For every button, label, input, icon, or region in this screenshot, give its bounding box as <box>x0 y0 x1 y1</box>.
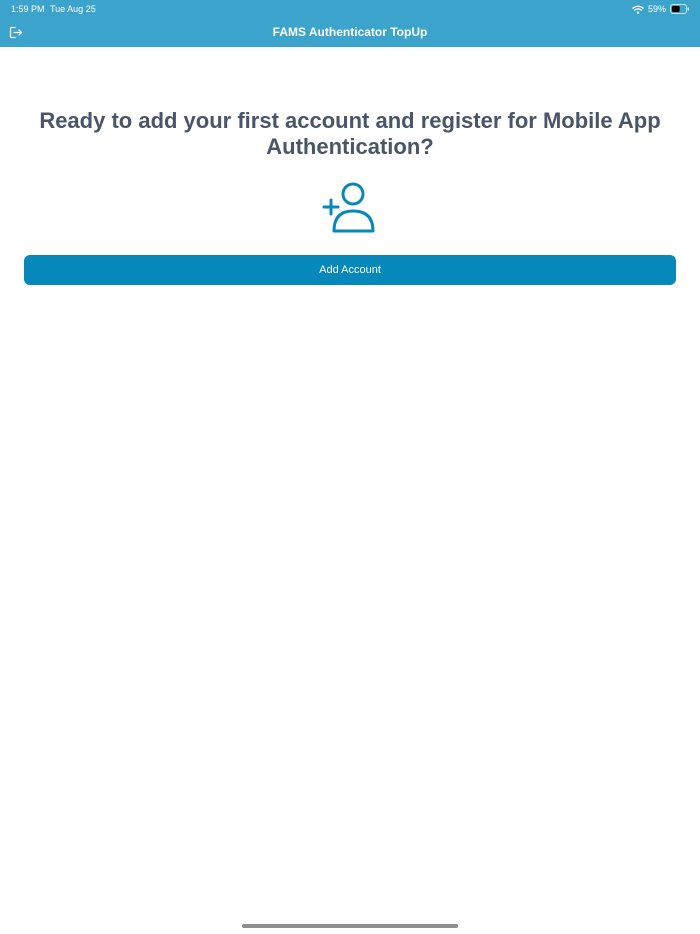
status-time: 1:59 PM <box>11 4 45 14</box>
status-indicators: 59% <box>632 3 690 15</box>
battery-icon <box>670 4 689 14</box>
onboarding-heading: Ready to add your first account and regi… <box>39 108 661 159</box>
battery-percentage: 59% <box>647 4 666 14</box>
top-bar: 1:59 PM Tue Aug 25 59% FAMS Authenticato… <box>0 0 700 47</box>
page-title: FAMS Authenticator TopUp <box>272 25 428 39</box>
navigation-bar: FAMS Authenticator TopUp <box>0 17 700 47</box>
status-date: Tue Aug 25 <box>50 4 96 14</box>
add-user-icon <box>322 182 375 233</box>
add-account-button[interactable]: Add Account <box>24 255 676 285</box>
wifi-icon <box>632 5 644 14</box>
home-indicator[interactable] <box>242 924 458 928</box>
app-screen: 1:59 PM Tue Aug 25 59% FAMS Authenticato… <box>0 0 700 934</box>
status-bar: 1:59 PM Tue Aug 25 59% <box>0 0 700 17</box>
